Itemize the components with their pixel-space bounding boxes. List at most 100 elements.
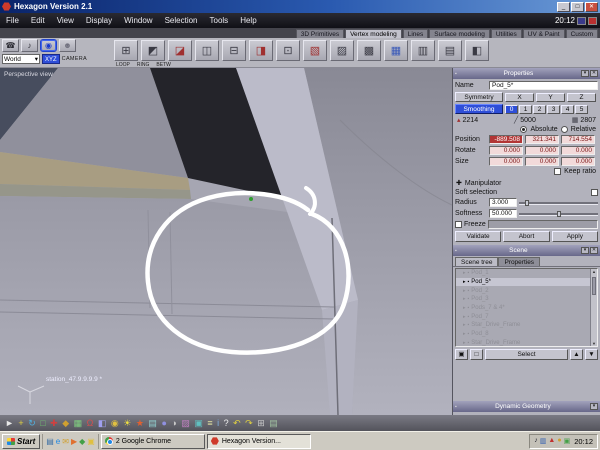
smoothing-level-button[interactable]: 0 bbox=[505, 104, 518, 114]
scene-tree-item[interactable]: ▸ ▪ Pod_8 bbox=[456, 330, 597, 339]
manipulator-header[interactable]: ✚ Manipulator bbox=[453, 179, 600, 188]
expander-icon[interactable]: ▸ bbox=[463, 288, 466, 294]
scale-tool-icon[interactable]: □ bbox=[40, 416, 45, 430]
relative-radio[interactable] bbox=[560, 126, 568, 133]
expander-icon[interactable]: ▸ bbox=[463, 270, 466, 276]
dynamic-geometry-collapse-button[interactable]: ▾ bbox=[590, 403, 598, 410]
background-icon[interactable]: ▣ bbox=[194, 416, 203, 430]
expander-icon[interactable]: ▸ bbox=[463, 279, 466, 285]
light-icon[interactable]: ☀ bbox=[123, 416, 131, 430]
menu-item[interactable]: Selection bbox=[159, 16, 204, 25]
redo-icon[interactable]: ↷ bbox=[245, 416, 253, 430]
magnet-icon[interactable]: Ω bbox=[87, 416, 94, 430]
explorer-icon[interactable]: ▣ bbox=[87, 437, 95, 446]
close-button[interactable]: ✕ bbox=[585, 1, 598, 12]
scene-tree-item[interactable]: ▸ ▪ Pod_2 bbox=[456, 286, 597, 295]
menu-item[interactable]: Display bbox=[80, 16, 118, 25]
rotate-field[interactable]: 0.000 bbox=[561, 146, 595, 155]
tree-scrollbar[interactable]: ▲ ▼ bbox=[590, 269, 597, 346]
menu-item[interactable]: View bbox=[51, 16, 80, 25]
rotate-tool-icon[interactable]: ↻ bbox=[28, 416, 36, 430]
smoothing-level-button[interactable]: 4 bbox=[561, 104, 574, 114]
smoothing-button[interactable]: Smoothing bbox=[455, 104, 503, 114]
move-up-button[interactable]: ▲ bbox=[570, 349, 583, 360]
menu-item[interactable]: File bbox=[0, 16, 25, 25]
scene-tree-item[interactable]: ▸ ▪ Star_Drive_Frame bbox=[456, 321, 597, 330]
apply-button[interactable]: Apply bbox=[551, 231, 598, 242]
smoothing-level-button[interactable]: 5 bbox=[575, 104, 588, 114]
expander-icon[interactable]: ▸ bbox=[463, 322, 466, 328]
network-icon[interactable]: ▥ bbox=[540, 437, 547, 445]
speaker-icon[interactable]: ♪ bbox=[21, 39, 38, 52]
scene-tree-item[interactable]: ▸ ▪ Star_Drive_Frame bbox=[456, 339, 597, 347]
dissolve-tool-icon[interactable]: ▨ bbox=[330, 40, 354, 61]
extract-tool-icon[interactable]: ◨ bbox=[249, 40, 273, 61]
extrude-edge-tool-icon[interactable]: ◪ bbox=[168, 40, 192, 61]
scene-header[interactable]: ▪ Scene ▾ ✕ bbox=[453, 245, 600, 256]
softness-slider[interactable] bbox=[519, 210, 598, 218]
inflate-tool-icon[interactable]: ▤ bbox=[438, 40, 462, 61]
media-player-icon[interactable]: ▶ bbox=[71, 437, 77, 446]
panel-close-button[interactable]: ✕ bbox=[590, 70, 598, 77]
menu-item[interactable]: Edit bbox=[25, 16, 51, 25]
expander-icon[interactable]: ▸ bbox=[463, 340, 466, 346]
freeze-checkbox[interactable] bbox=[455, 221, 462, 228]
radius-slider[interactable] bbox=[519, 199, 598, 207]
universal-manip-icon[interactable]: ✚ bbox=[50, 416, 58, 430]
move-tool-icon[interactable]: + bbox=[18, 416, 23, 430]
xyz-axis-button[interactable]: XYZ bbox=[42, 54, 60, 64]
name-input[interactable]: Pod_5* bbox=[489, 81, 598, 90]
display-icon[interactable]: ▣ bbox=[564, 437, 571, 445]
show-desktop-icon[interactable]: ▤ bbox=[46, 437, 54, 446]
menu-item[interactable]: Help bbox=[234, 16, 262, 25]
smooth-shade-icon[interactable]: ◑ bbox=[171, 416, 176, 430]
symmetry-tool-icon[interactable]: ◧ bbox=[465, 40, 489, 61]
minimize-button[interactable]: _ bbox=[557, 1, 570, 12]
task-button[interactable]: Hexagon Version... bbox=[206, 433, 311, 449]
radius-slider-thumb[interactable] bbox=[525, 199, 530, 206]
grid-icon[interactable]: ▦ bbox=[74, 416, 83, 430]
select-arrow-icon[interactable]: ► bbox=[5, 416, 14, 430]
smoothing-level-button[interactable]: 2 bbox=[533, 104, 546, 114]
ruler-icon[interactable]: ≡ bbox=[207, 416, 212, 430]
tessellate-tool-icon[interactable]: ⊞ bbox=[114, 40, 138, 61]
collapse-all-button[interactable]: □ bbox=[470, 349, 483, 360]
softness-field[interactable]: 50.000 bbox=[489, 209, 517, 218]
rotate-field[interactable]: 0.000 bbox=[489, 146, 523, 155]
panel-collapse-button[interactable]: ▾ bbox=[581, 70, 589, 77]
decimate-tool-icon[interactable]: ▩ bbox=[357, 40, 381, 61]
keep-ratio-checkbox[interactable] bbox=[554, 168, 562, 175]
expander-icon[interactable]: ▸ bbox=[463, 296, 466, 302]
menu-item[interactable]: Tools bbox=[204, 16, 235, 25]
snap-icon[interactable]: ◆ bbox=[62, 416, 69, 430]
outlook-icon[interactable]: ✉ bbox=[62, 437, 69, 446]
scroll-up-icon[interactable]: ▲ bbox=[591, 269, 597, 274]
expander-icon[interactable]: ▸ bbox=[463, 331, 466, 337]
task-button[interactable]: 2 Google Chrome bbox=[100, 433, 205, 449]
smoothing-level-button[interactable]: 1 bbox=[519, 104, 532, 114]
messenger-icon[interactable]: ◆ bbox=[79, 437, 85, 446]
toolbar-tab[interactable]: Custom bbox=[565, 29, 598, 38]
softness-slider-thumb[interactable] bbox=[556, 210, 561, 217]
toolbar-tab[interactable]: Surface modeling bbox=[429, 29, 490, 38]
update-icon[interactable]: ● bbox=[557, 437, 561, 445]
properties-icon[interactable]: ▤ bbox=[269, 416, 278, 430]
expand-all-button[interactable]: ▣ bbox=[455, 349, 468, 360]
volume-icon[interactable]: ♪ bbox=[534, 437, 538, 445]
wireframe-icon[interactable]: ▤ bbox=[148, 416, 157, 430]
dynamic-geometry-header[interactable]: ▪ Dynamic Geometry ▾ bbox=[453, 401, 600, 412]
toolbar-tab[interactable]: Utilities bbox=[490, 29, 522, 38]
validate-button[interactable]: Validate bbox=[455, 231, 502, 242]
antivirus-icon[interactable]: ▲ bbox=[548, 437, 555, 445]
symmetry-button[interactable]: Symmetry bbox=[455, 92, 503, 102]
ghost-icon[interactable]: ☻ bbox=[59, 39, 76, 52]
pinch-tool-icon[interactable]: ▥ bbox=[411, 40, 435, 61]
menu-close-button[interactable] bbox=[588, 16, 597, 25]
axis-header-cell[interactable]: X bbox=[505, 92, 534, 102]
scene-tree-item[interactable]: ▸ ▪ Pod_1 bbox=[456, 269, 597, 278]
expander-icon[interactable]: ▸ bbox=[463, 314, 466, 320]
absolute-radio[interactable] bbox=[520, 126, 528, 133]
ie-icon[interactable]: e bbox=[56, 437, 60, 446]
abort-button[interactable]: Abort bbox=[503, 231, 550, 242]
scrollbar-thumb[interactable] bbox=[592, 277, 596, 295]
